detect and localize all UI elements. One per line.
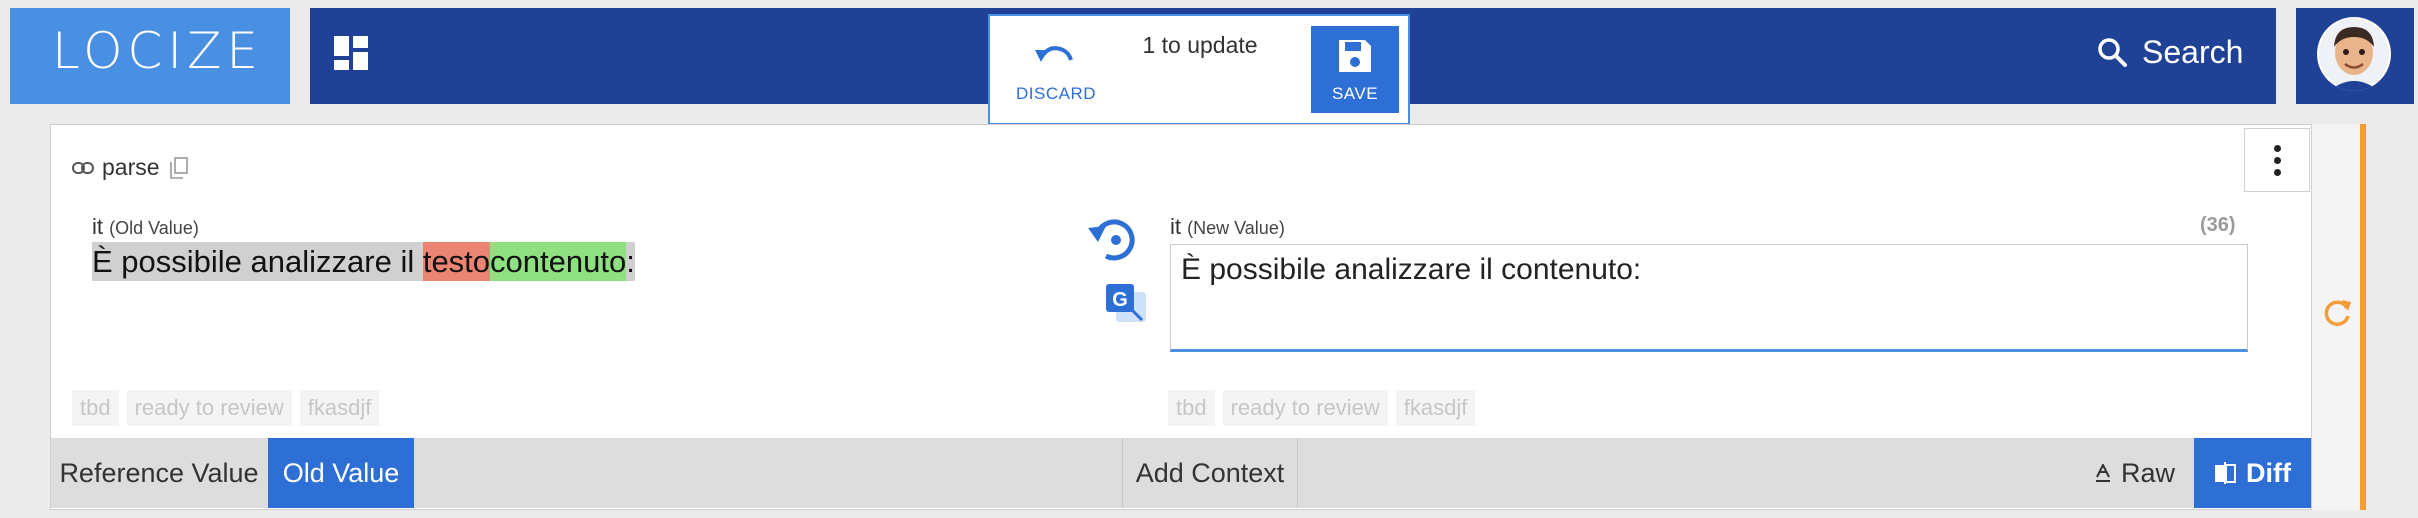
diff-icon: [2215, 462, 2236, 484]
search-button[interactable]: Search: [2096, 30, 2243, 74]
tab-label: Add Context: [1135, 457, 1285, 488]
avatar[interactable]: [2317, 17, 2391, 91]
search-label: Search: [2142, 33, 2244, 70]
diff-unchanged: È possibile analizzare il: [92, 242, 423, 281]
segment-key[interactable]: parse: [102, 154, 160, 181]
tab-old-value[interactable]: Old Value: [268, 438, 414, 508]
new-value-input[interactable]: È possibile analizzare il contenuto:: [1170, 244, 2248, 352]
dashboard-icon[interactable]: [334, 36, 368, 70]
logo[interactable]: LOCIZE: [52, 22, 263, 80]
new-tags: tbd ready to review fkasdjf: [1168, 390, 1476, 426]
more-dot: [2273, 156, 2281, 164]
link-icon: [72, 161, 94, 174]
tab-diff[interactable]: Diff: [2194, 438, 2311, 508]
tag[interactable]: ready to review: [1222, 390, 1388, 426]
diff-deleted: testo: [422, 242, 491, 281]
tag[interactable]: ready to review: [126, 390, 292, 426]
tab-label: Diff: [2246, 457, 2291, 488]
undo-icon: [1035, 46, 1073, 62]
tag[interactable]: fkasdjf: [299, 390, 380, 426]
tag[interactable]: tbd: [1168, 390, 1215, 426]
refresh-icon[interactable]: [2320, 296, 2354, 335]
more-dot: [2273, 144, 2281, 152]
tab-label: Old Value: [282, 457, 400, 488]
text-format-icon: [2095, 464, 2110, 482]
tab-label: Reference Value: [59, 457, 259, 488]
tab-label: Raw: [2120, 457, 2175, 488]
revert-icon[interactable]: [1084, 212, 1144, 271]
update-count-text: 1 to update: [1142, 32, 1258, 58]
old-value-caption: (Old Value): [109, 218, 199, 238]
old-tags: tbd ready to review fkasdjf: [72, 390, 380, 426]
add-context-button[interactable]: Add Context: [1122, 438, 1298, 508]
tab-raw[interactable]: Raw: [2076, 438, 2194, 508]
svg-text:G: G: [1112, 289, 1128, 311]
more-options-button[interactable]: [2244, 128, 2310, 192]
segment-key-row: parse: [72, 154, 188, 181]
char-count: (36): [2200, 214, 2236, 236]
diff-inserted: contenuto: [490, 242, 627, 281]
save-icon: [1339, 40, 1371, 72]
tag[interactable]: fkasdjf: [1395, 390, 1476, 426]
tag[interactable]: tbd: [72, 390, 119, 426]
diff-unchanged-end: :: [626, 242, 635, 281]
old-lang: it: [92, 214, 103, 239]
old-value-label: it (Old Value): [92, 214, 199, 240]
modified-indicator: [2360, 124, 2366, 510]
google-translate-icon[interactable]: G: [1104, 282, 1148, 331]
save-label[interactable]: SAVE: [1311, 84, 1399, 104]
more-dot: [2273, 168, 2281, 176]
old-value-diff: È possibile analizzare il testocontenuto…: [92, 242, 635, 281]
discard-label[interactable]: DISCARD: [1006, 84, 1106, 104]
search-icon: [2098, 38, 2127, 67]
new-value-label: it (New Value): [1170, 214, 1285, 240]
new-lang: it: [1170, 214, 1181, 239]
copy-icon[interactable]: [169, 156, 188, 179]
new-value-caption: (New Value): [1187, 218, 1285, 238]
tab-reference-value[interactable]: Reference Value: [51, 438, 267, 508]
